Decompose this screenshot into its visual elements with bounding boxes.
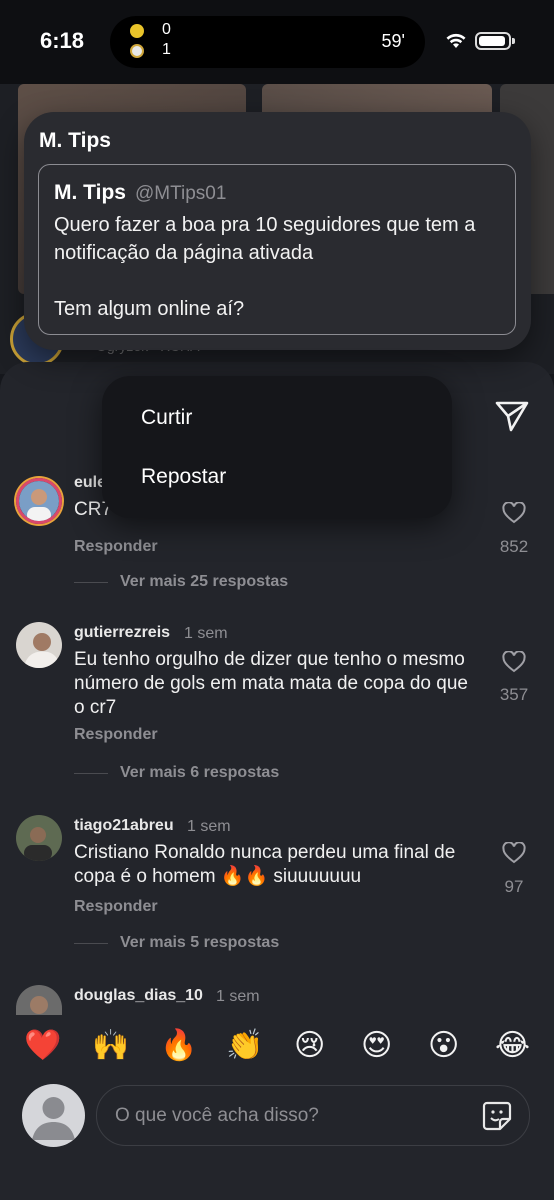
reply-button[interactable]: Responder — [74, 726, 158, 744]
comment-avatar[interactable] — [16, 985, 62, 1015]
live-activity-score[interactable]: 0 1 59' — [110, 16, 425, 68]
quote-handle: @MTips01 — [135, 183, 227, 204]
emoji-raised-hands-icon[interactable]: 🙌 — [92, 1028, 129, 1064]
comment-username[interactable]: tiago21abreu — [74, 817, 174, 835]
divider — [74, 582, 108, 583]
user-avatar-icon[interactable] — [22, 1084, 85, 1147]
comment-input[interactable]: O que você acha disso? — [96, 1085, 530, 1146]
emoji-laughing-icon[interactable]: 😂 — [495, 1028, 530, 1064]
comment-avatar[interactable] — [16, 815, 62, 861]
score-away: 1 — [162, 41, 171, 58]
comment-avatar[interactable] — [16, 622, 62, 668]
heart-icon[interactable] — [502, 502, 526, 524]
emoji-heart-eyes-icon[interactable]: 😍 — [361, 1028, 392, 1064]
comment-timestamp: 1 sem — [216, 988, 260, 1005]
comment-username[interactable]: douglas_dias_10 — [74, 987, 203, 1005]
view-more-replies[interactable]: Ver mais 6 respostas — [120, 764, 279, 782]
emoji-crying-icon[interactable]: 😢 — [294, 1028, 325, 1064]
send-icon[interactable] — [494, 399, 530, 433]
context-menu: Curtir Repostar — [102, 376, 452, 518]
like-count: 357 — [499, 685, 529, 704]
status-time: 6:18 — [40, 28, 85, 53]
reply-button[interactable]: Responder — [74, 898, 158, 916]
emoji-clapping-icon[interactable]: 👏 — [226, 1028, 263, 1064]
quoted-post-card[interactable]: M. Tips M. Tips @MTips01 Quero fazer a b… — [24, 112, 531, 350]
match-minute: 59' — [381, 31, 405, 51]
comment-timestamp: 1 sem — [184, 625, 228, 642]
quote-author: M. Tips — [54, 181, 126, 204]
team-crest-away-icon — [130, 44, 144, 58]
emoji-heart-icon[interactable]: ❤️ — [24, 1028, 61, 1064]
comment-username[interactable]: gutierrezreis — [74, 624, 170, 642]
team-crest-home-icon — [130, 24, 144, 38]
comment-text: Eu tenho orgulho de dizer que tenho o me… — [74, 649, 468, 718]
divider — [74, 773, 108, 774]
view-more-replies[interactable]: Ver mais 5 respostas — [120, 934, 279, 952]
sticker-icon[interactable] — [481, 1100, 513, 1132]
menu-item-curtir[interactable]: Curtir — [141, 406, 192, 430]
wifi-icon — [446, 33, 466, 48]
like-count: 97 — [504, 877, 524, 896]
emoji-reaction-bar: ❤️ 🙌 🔥 👏 😢 😍 😮 😂 — [0, 1016, 554, 1080]
like-count: 852 — [499, 537, 529, 556]
comment-timestamp: 1 sem — [187, 818, 231, 835]
view-more-replies[interactable]: Ver mais 25 respostas — [120, 573, 288, 591]
score-home: 0 — [162, 21, 171, 38]
comment-text: Cristiano Ronaldo nunca perdeu uma final… — [74, 842, 456, 887]
emoji-fire-icon[interactable]: 🔥 — [160, 1028, 197, 1064]
quote-text: Quero fazer a boa pra 10 seguidores que … — [54, 214, 476, 320]
reply-button[interactable]: Responder — [74, 538, 158, 556]
divider — [74, 943, 108, 944]
heart-icon[interactable] — [502, 842, 526, 864]
menu-item-repostar[interactable]: Repostar — [141, 465, 226, 489]
status-bar: 6:18 0 1 59' — [0, 0, 554, 84]
emoji-surprised-icon[interactable]: 😮 — [428, 1028, 459, 1064]
battery-icon — [475, 32, 515, 50]
heart-icon[interactable] — [502, 651, 526, 673]
post-card-title: M. Tips — [39, 129, 111, 152]
quoted-tweet[interactable]: M. Tips @MTips01 Quero fazer a boa pra 1… — [38, 164, 516, 335]
comment-input-row: O que você acha disso? — [0, 1080, 554, 1200]
comment-avatar[interactable] — [16, 478, 62, 524]
comment-input-placeholder: O que você acha disso? — [115, 1105, 319, 1126]
